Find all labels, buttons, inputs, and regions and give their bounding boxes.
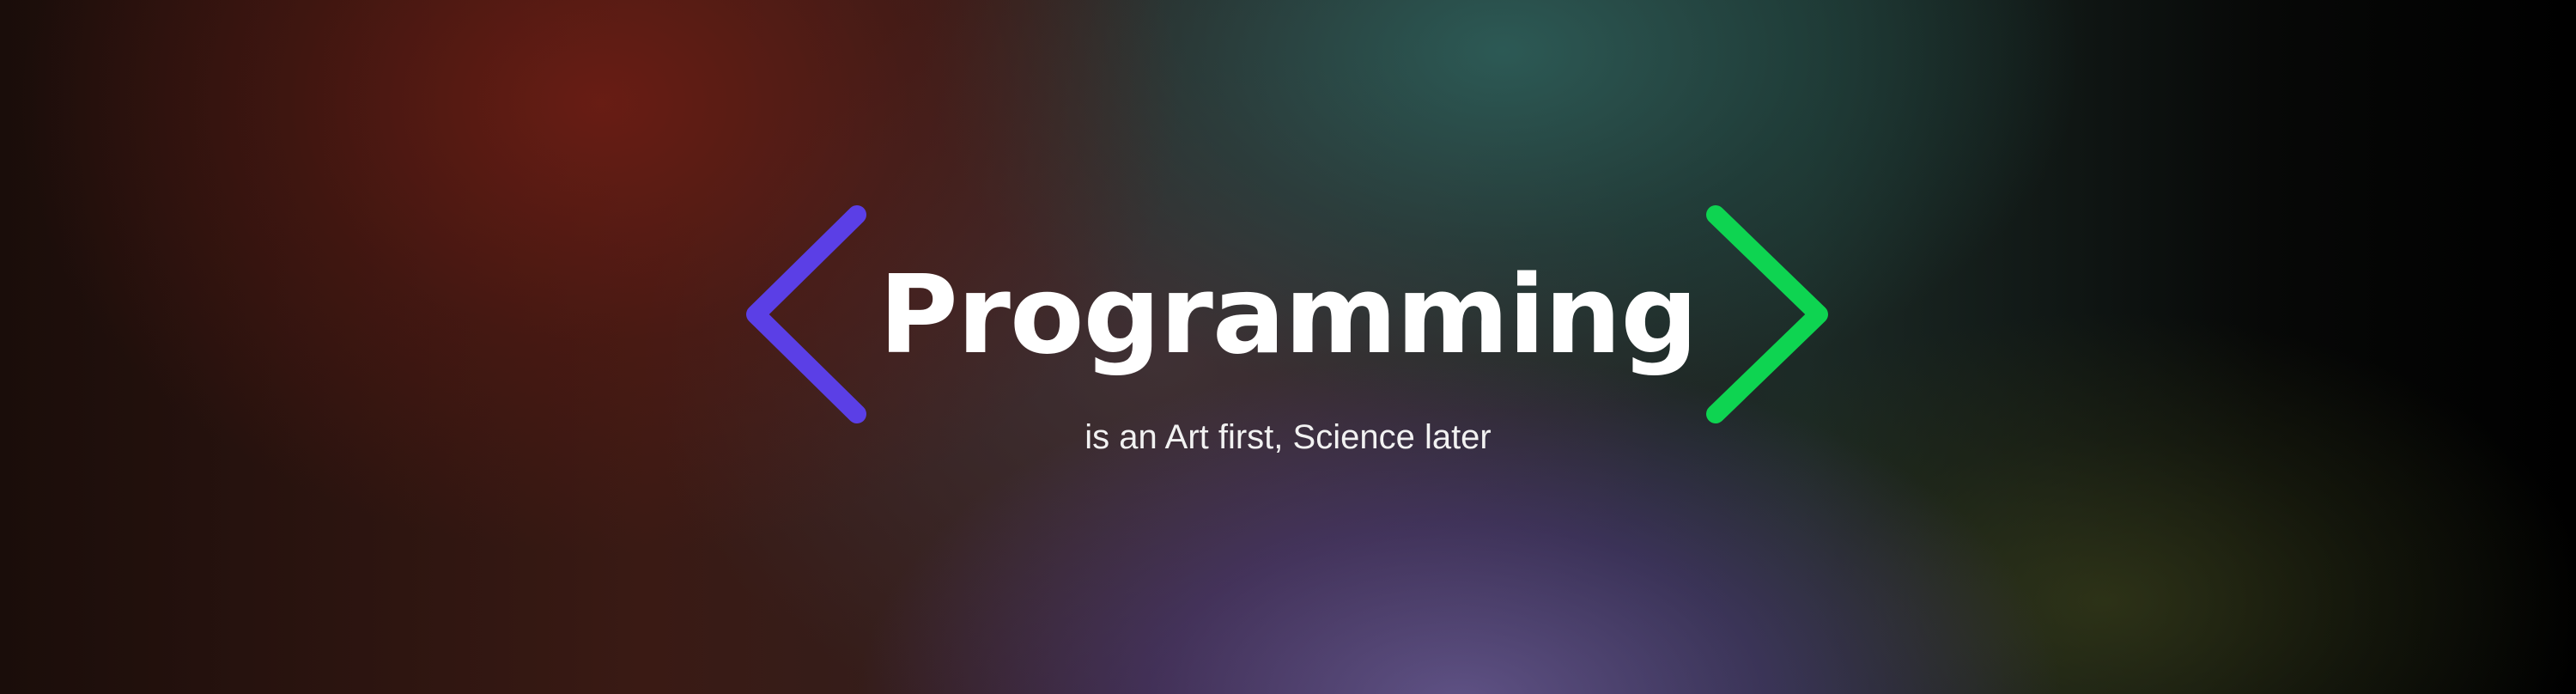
hero-banner: Programming is an Art first, Science lat…	[0, 0, 2576, 694]
banner-title: Programming	[878, 252, 1698, 378]
banner-subtitle: is an Art first, Science later	[1084, 418, 1492, 456]
